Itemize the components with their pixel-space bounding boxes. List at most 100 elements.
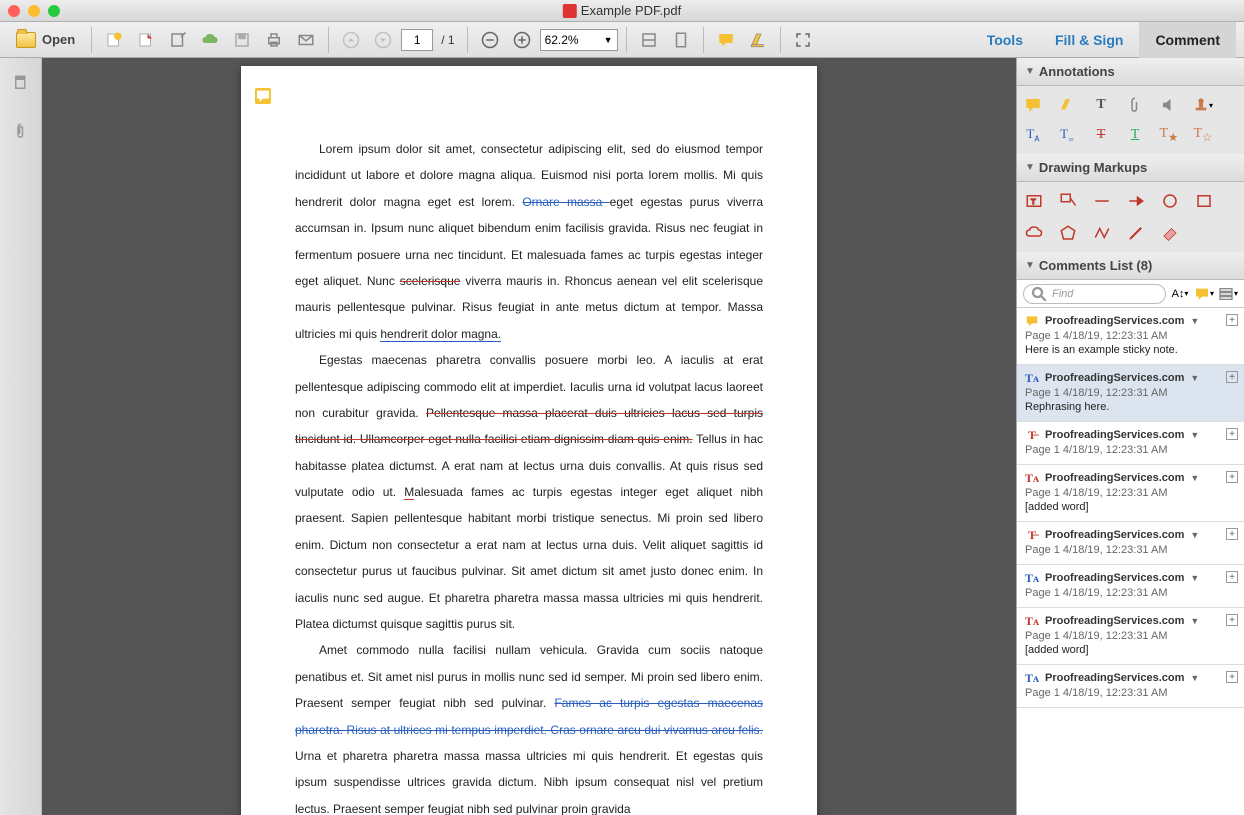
expand-icon[interactable]: + xyxy=(1226,671,1238,683)
insert-text-tool[interactable]: Tᴀ xyxy=(1023,126,1043,144)
comment-item[interactable]: +TᴀProofreadingServices.com▼Page 1 4/18/… xyxy=(1017,608,1244,665)
comment-item[interactable]: +TᴀProofreadingServices.com▼Page 1 4/18/… xyxy=(1017,465,1244,522)
tab-tools[interactable]: Tools xyxy=(971,22,1039,58)
comment-sidebar: ▼ Annotations T ▾ Tᴀ T₌ T T T★ T☆ ▼ Draw… xyxy=(1016,58,1244,815)
pdf-file-icon xyxy=(563,4,577,18)
arrow-tool[interactable] xyxy=(1127,192,1145,210)
highlight-button[interactable] xyxy=(744,26,772,54)
expand-icon[interactable]: + xyxy=(1226,428,1238,440)
text-tool[interactable]: T xyxy=(1091,96,1111,114)
expand-icon[interactable]: + xyxy=(1226,528,1238,540)
fit-page-button[interactable] xyxy=(667,26,695,54)
find-input[interactable]: Find xyxy=(1023,284,1166,304)
replace-text-tool[interactable]: T₌ xyxy=(1057,126,1077,144)
fit-width-button[interactable] xyxy=(635,26,663,54)
fullscreen-button[interactable] xyxy=(789,26,817,54)
callout-tool[interactable] xyxy=(1059,192,1077,210)
comment-type-icon: T̶ xyxy=(1025,528,1039,542)
polygon-tool[interactable] xyxy=(1059,224,1077,242)
window-title: Example PDF.pdf xyxy=(563,3,681,18)
title-text: Example PDF.pdf xyxy=(581,3,681,18)
find-placeholder: Find xyxy=(1052,288,1073,300)
comment-author: ProofreadingServices.com xyxy=(1045,429,1184,441)
sort-button[interactable]: A↕▾ xyxy=(1170,284,1190,304)
titlebar: Example PDF.pdf xyxy=(0,0,1244,22)
rectangle-tool[interactable] xyxy=(1195,192,1213,210)
pdf-page: Lorem ipsum dolor sit amet, consectetur … xyxy=(241,66,817,815)
expand-icon[interactable]: + xyxy=(1226,571,1238,583)
text-correction-tool[interactable]: T★ xyxy=(1159,126,1179,144)
sticky-note-icon[interactable] xyxy=(255,88,271,104)
separator xyxy=(91,27,92,53)
oval-tool[interactable] xyxy=(1161,192,1179,210)
comment-item[interactable]: +ProofreadingServices.com▼Page 1 4/18/19… xyxy=(1017,308,1244,365)
comment-author: ProofreadingServices.com xyxy=(1045,615,1184,627)
export-pdf-button[interactable] xyxy=(132,26,160,54)
tab-comment[interactable]: Comment xyxy=(1139,22,1236,58)
comment-item[interactable]: +TᴀProofreadingServices.com▼Page 1 4/18/… xyxy=(1017,565,1244,608)
expand-icon[interactable]: + xyxy=(1226,614,1238,626)
create-pdf-button[interactable] xyxy=(100,26,128,54)
pencil-tool[interactable] xyxy=(1127,224,1145,242)
comment-item[interactable]: +T̶ProofreadingServices.com▼Page 1 4/18/… xyxy=(1017,422,1244,465)
page-number-input[interactable] xyxy=(401,29,433,51)
strikethrough-tool[interactable]: T xyxy=(1091,126,1111,144)
comment-list[interactable]: + ProofreadingServices.com ▼ Page 1 4/18/19… xyxy=(1017,308,1244,815)
attach-tool[interactable] xyxy=(1125,96,1145,114)
comment-author: ProofreadingServices.com xyxy=(1045,529,1184,541)
comment-text: Rephrasing here. xyxy=(1025,401,1236,413)
sticky-note-tool[interactable] xyxy=(1023,96,1043,114)
attachments-icon[interactable] xyxy=(12,122,30,146)
drawing-panel-head[interactable]: ▼ Drawing Markups xyxy=(1017,154,1244,182)
options-button[interactable]: ▾ xyxy=(1218,284,1238,304)
page-down-button[interactable] xyxy=(369,26,397,54)
comment-author: ProofreadingServices.com xyxy=(1045,372,1184,384)
comment-item[interactable]: +TᴀProofreadingServices.com▼Page 1 4/18/… xyxy=(1017,665,1244,708)
zoom-in-button[interactable] xyxy=(508,26,536,54)
disclosure-triangle-icon: ▼ xyxy=(1025,66,1035,77)
comments-panel-head[interactable]: ▼ Comments List (8) xyxy=(1017,252,1244,280)
drawing-tools: T xyxy=(1017,182,1244,252)
line-tool[interactable] xyxy=(1093,192,1111,210)
minimize-window-button[interactable] xyxy=(28,5,40,17)
email-button[interactable] xyxy=(292,26,320,54)
comment-meta: Page 1 4/18/19, 12:23:31 AM xyxy=(1025,444,1236,456)
comment-type-icon: Tᴀ xyxy=(1025,671,1039,685)
zoom-out-button[interactable] xyxy=(476,26,504,54)
zoom-select[interactable]: 62.2% ▼ xyxy=(540,29,618,51)
text-box-tool[interactable]: T☆ xyxy=(1193,126,1213,144)
cloud-tool[interactable] xyxy=(1025,224,1043,242)
highlight-tool[interactable] xyxy=(1057,96,1077,114)
thumbnails-icon[interactable] xyxy=(12,74,30,98)
comment-item[interactable]: +TᴀProofreadingServices.com▼Page 1 4/18/… xyxy=(1017,365,1244,422)
save-button[interactable] xyxy=(228,26,256,54)
separator xyxy=(328,27,329,53)
sticky-note-button[interactable] xyxy=(712,26,740,54)
expand-icon[interactable]: + xyxy=(1226,314,1238,326)
chevron-down-icon: ▼ xyxy=(1190,316,1199,326)
textbox-tool[interactable]: T xyxy=(1025,192,1043,210)
comment-item[interactable]: +T̶ProofreadingServices.com▼Page 1 4/18/… xyxy=(1017,522,1244,565)
stamp-tool[interactable]: ▾ xyxy=(1193,96,1213,114)
annotations-panel-head[interactable]: ▼ Annotations xyxy=(1017,58,1244,86)
maximize-window-button[interactable] xyxy=(48,5,60,17)
cloud-button[interactable] xyxy=(196,26,224,54)
close-window-button[interactable] xyxy=(8,5,20,17)
expand-icon[interactable]: + xyxy=(1226,371,1238,383)
connected-lines-tool[interactable] xyxy=(1093,224,1111,242)
separator xyxy=(780,27,781,53)
sound-tool[interactable] xyxy=(1159,96,1179,114)
edit-button[interactable] xyxy=(164,26,192,54)
underline-tool[interactable]: T xyxy=(1125,126,1145,144)
filter-button[interactable]: ▾ xyxy=(1194,284,1214,304)
eraser-tool[interactable] xyxy=(1161,224,1179,242)
chevron-down-icon: ▼ xyxy=(1190,473,1199,483)
folder-open-icon xyxy=(16,32,36,48)
print-button[interactable] xyxy=(260,26,288,54)
tab-fill-sign[interactable]: Fill & Sign xyxy=(1039,22,1139,58)
open-button[interactable]: Open xyxy=(8,26,83,54)
expand-icon[interactable]: + xyxy=(1226,471,1238,483)
document-viewport[interactable]: Lorem ipsum dolor sit amet, consectetur … xyxy=(42,58,1016,815)
page-up-button[interactable] xyxy=(337,26,365,54)
comment-type-icon: Tᴀ xyxy=(1025,571,1039,585)
